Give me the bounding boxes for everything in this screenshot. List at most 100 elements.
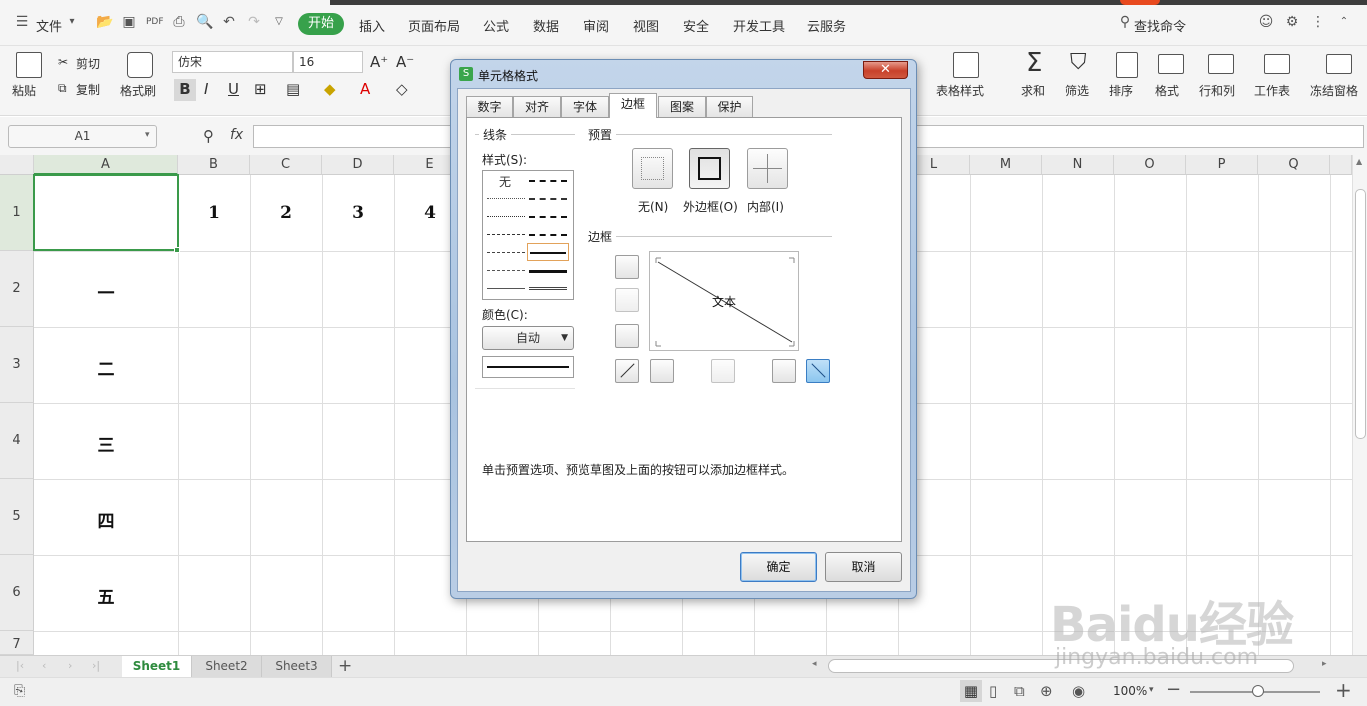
line-style-option[interactable] [529, 198, 567, 200]
redo-icon[interactable]: ↷ [246, 14, 262, 30]
select-all-corner[interactable] [0, 155, 34, 175]
vertical-scroll-thumb[interactable] [1355, 189, 1366, 439]
sort-icon[interactable] [1116, 52, 1138, 78]
search-icon[interactable]: ⚲ [1117, 14, 1133, 30]
line-style-option[interactable] [487, 198, 525, 199]
zoom-out-button[interactable]: − [1166, 679, 1181, 700]
font-color-icon[interactable]: A [360, 79, 370, 99]
zoom-search-icon[interactable]: ⚲ [203, 127, 214, 145]
col-header-b[interactable]: B [178, 155, 250, 175]
cell-a6[interactable]: 五 [34, 583, 178, 608]
col-header-d[interactable]: D [322, 155, 394, 175]
scroll-up-icon[interactable]: ▲ [1356, 157, 1362, 166]
sum-icon[interactable]: Σ [1026, 48, 1042, 78]
scroll-left-icon[interactable]: ◂ [812, 659, 817, 669]
line-style-option[interactable] [487, 288, 525, 289]
row-col-button[interactable]: 行和列 [1199, 82, 1235, 99]
border-middle-horizontal-button[interactable] [615, 288, 639, 312]
fill-pattern-icon[interactable]: ▤ [286, 79, 300, 99]
tab-view[interactable]: 视图 [633, 16, 659, 35]
italic-icon[interactable]: I [204, 79, 208, 99]
line-style-option[interactable] [529, 287, 567, 290]
zoom-dropdown-icon[interactable]: ▾ [1149, 685, 1154, 695]
cell-a4[interactable]: 三 [34, 431, 178, 456]
zoom-slider-thumb[interactable] [1252, 685, 1264, 697]
zoom-level[interactable]: 100% [1113, 684, 1147, 698]
row-col-icon[interactable] [1208, 54, 1234, 74]
close-button[interactable]: ✕ [863, 61, 908, 79]
first-sheet-icon[interactable]: |‹ [16, 659, 24, 672]
cell-c1[interactable]: 2 [250, 203, 322, 223]
add-sheet-button[interactable]: + [338, 656, 352, 676]
table-style-button[interactable]: 表格样式 [936, 82, 984, 99]
line-style-option[interactable] [529, 180, 567, 182]
macro-record-icon[interactable]: ⎘ [14, 683, 25, 699]
next-sheet-icon[interactable]: › [68, 659, 72, 672]
sum-button[interactable]: 求和 [1021, 82, 1045, 99]
more-icon[interactable]: ⋮ [1310, 14, 1326, 30]
underline-icon[interactable]: U [228, 79, 239, 99]
save-icon[interactable]: ▣ [121, 14, 137, 30]
color-dropdown[interactable]: 自动 ▼ [482, 326, 574, 350]
selected-cell-a1[interactable] [33, 174, 179, 251]
col-header-n[interactable]: N [1042, 155, 1114, 175]
border-diagonal-down-button[interactable] [806, 359, 830, 383]
shrink-font-icon[interactable]: A⁻ [396, 52, 414, 72]
col-header-m[interactable]: M [970, 155, 1042, 175]
line-style-option[interactable] [529, 216, 567, 218]
tab-pattern[interactable]: 图案 [658, 96, 706, 117]
line-style-option[interactable] [529, 234, 567, 236]
tab-border[interactable]: 边框 [609, 93, 657, 118]
pdf-icon[interactable]: PDF [146, 14, 164, 30]
tab-page-layout[interactable]: 页面布局 [408, 16, 460, 35]
line-style-option[interactable] [487, 252, 525, 253]
copy-button[interactable]: 复制 [76, 81, 100, 98]
tab-home[interactable]: 开始 [298, 13, 344, 35]
border-middle-vertical-button[interactable] [711, 359, 735, 383]
cell-a3[interactable]: 二 [34, 355, 178, 380]
normal-view-icon[interactable]: ▦ [960, 680, 982, 702]
ok-button[interactable]: 确定 [740, 552, 817, 582]
undo-icon[interactable]: ↶ [221, 14, 237, 30]
format-icon[interactable] [1158, 54, 1184, 74]
tab-protection[interactable]: 保护 [706, 96, 753, 117]
col-header-c[interactable]: C [250, 155, 322, 175]
format-painter-icon[interactable] [127, 52, 153, 78]
freeze-icon[interactable] [1326, 54, 1352, 74]
bold-icon[interactable]: B [174, 79, 196, 101]
col-header-o[interactable]: O [1114, 155, 1186, 175]
settings-icon[interactable]: ⚙ [1284, 14, 1300, 30]
tab-number[interactable]: 数字 [466, 96, 513, 117]
paste-button[interactable]: 粘贴 [12, 82, 36, 99]
tab-font[interactable]: 字体 [561, 96, 609, 117]
tab-developer[interactable]: 开发工具 [733, 16, 785, 35]
border-left-button[interactable] [650, 359, 674, 383]
border-right-button[interactable] [772, 359, 796, 383]
vertical-scrollbar[interactable]: ▲ [1352, 155, 1367, 655]
page-break-icon[interactable]: ⧉ [1014, 682, 1025, 700]
line-style-option[interactable] [529, 270, 567, 273]
freeze-button[interactable]: 冻结窗格 [1310, 82, 1360, 99]
filter-icon[interactable]: ⛉ [1070, 50, 1087, 75]
tab-review[interactable]: 审阅 [583, 16, 609, 35]
cell-a2[interactable]: 一 [34, 279, 178, 304]
border-icon[interactable]: ⊞ [254, 79, 267, 99]
row-header-7[interactable]: 7 [0, 631, 34, 655]
col-header-a[interactable]: A [34, 155, 178, 175]
format-painter-button[interactable]: 格式刷 [120, 82, 156, 99]
preset-none-button[interactable] [632, 148, 673, 189]
scroll-right-icon[interactable]: ▸ [1322, 659, 1327, 669]
table-style-icon[interactable] [953, 52, 979, 78]
cut-button[interactable]: 剪切 [76, 55, 100, 72]
tab-insert[interactable]: 插入 [359, 16, 385, 35]
file-menu[interactable]: 文件 [36, 16, 62, 35]
copy-icon[interactable]: ⧉ [58, 81, 67, 96]
cancel-button[interactable]: 取消 [825, 552, 902, 582]
search-command[interactable]: 查找命令 [1134, 16, 1186, 35]
quick-access-more-icon[interactable]: ▽ [271, 14, 287, 30]
border-diagonal-up-button[interactable] [615, 359, 639, 383]
row-header-4[interactable]: 4 [0, 403, 34, 479]
reading-mode-icon[interactable]: ⊕ [1040, 682, 1053, 700]
eye-protection-icon[interactable]: ◉ [1072, 682, 1085, 700]
zoom-in-button[interactable]: + [1335, 678, 1352, 702]
